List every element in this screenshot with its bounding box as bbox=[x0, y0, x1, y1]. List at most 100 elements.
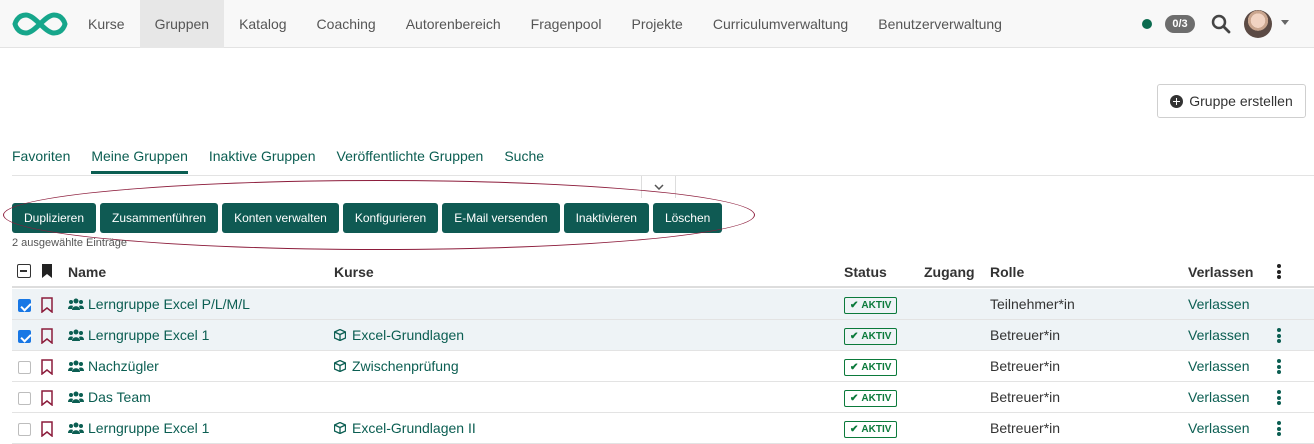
check-icon: ✔ bbox=[850, 362, 859, 373]
selected-entries-count: 2 ausgewählte Einträge bbox=[12, 237, 127, 249]
nav-item-katalog[interactable]: Katalog bbox=[224, 0, 301, 48]
tab-favoriten[interactable]: Favoriten bbox=[12, 140, 70, 174]
group-name-link[interactable]: Lerngruppe Excel 1 bbox=[68, 327, 209, 343]
column-header-zugang[interactable]: Zugang bbox=[924, 264, 975, 280]
users-icon bbox=[68, 391, 84, 403]
users-icon bbox=[68, 360, 84, 372]
users-icon bbox=[68, 329, 84, 341]
status-badge: ✔ AKTIV bbox=[844, 297, 898, 314]
leave-link[interactable]: Verlassen bbox=[1188, 296, 1249, 312]
create-group-label: Gruppe erstellen bbox=[1189, 93, 1293, 109]
nav-item-coaching[interactable]: Coaching bbox=[302, 0, 391, 48]
role-text: Betreuer*in bbox=[990, 327, 1061, 343]
group-name-link[interactable]: Lerngruppe Excel P/L/M/L bbox=[68, 296, 250, 312]
row-menu-icon[interactable] bbox=[1277, 390, 1281, 405]
table-options-toggle[interactable] bbox=[641, 176, 676, 198]
row-checkbox[interactable] bbox=[18, 423, 31, 436]
table-header: Name Kurse Status Zugang Rolle Verlassen bbox=[12, 258, 1314, 288]
role-text: Betreuer*in bbox=[990, 389, 1061, 405]
user-avatar[interactable] bbox=[1244, 10, 1272, 38]
bookmark-icon[interactable] bbox=[41, 390, 53, 406]
main-menu: Kurse Gruppen Katalog Coaching Autorenbe… bbox=[73, 0, 1017, 48]
role-text: Teilnehmer*in bbox=[990, 296, 1075, 312]
bookmark-filled-icon[interactable] bbox=[41, 263, 53, 279]
row-menu-icon[interactable] bbox=[1277, 328, 1281, 343]
course-link[interactable]: Zwischenprüfung bbox=[334, 358, 459, 374]
nav-item-curriculumverwaltung[interactable]: Curriculumverwaltung bbox=[698, 0, 863, 48]
leave-link[interactable]: Verlassen bbox=[1188, 327, 1249, 343]
top-navigation: Kurse Gruppen Katalog Coaching Autorenbe… bbox=[0, 0, 1314, 48]
status-badge: ✔ AKTIV bbox=[844, 359, 898, 376]
tab-suche[interactable]: Suche bbox=[504, 140, 544, 174]
leave-link[interactable]: Verlassen bbox=[1188, 358, 1249, 374]
bookmark-icon[interactable] bbox=[41, 359, 53, 375]
bookmark-icon[interactable] bbox=[41, 421, 53, 437]
column-header-rolle[interactable]: Rolle bbox=[990, 264, 1024, 280]
bookmark-icon[interactable] bbox=[41, 328, 53, 344]
bookmark-icon[interactable] bbox=[41, 297, 53, 313]
status-badge: ✔ AKTIV bbox=[844, 328, 898, 345]
cube-icon bbox=[334, 422, 346, 434]
send-email-button[interactable]: E-Mail versenden bbox=[442, 203, 560, 233]
row-checkbox[interactable] bbox=[18, 361, 31, 374]
duplicate-button[interactable]: Duplizieren bbox=[12, 203, 97, 233]
leave-link[interactable]: Verlassen bbox=[1188, 389, 1249, 405]
openolat-logo-icon[interactable] bbox=[12, 10, 68, 38]
bulk-action-bar: Duplizieren Zusammenführen Konten verwal… bbox=[12, 203, 723, 233]
nav-item-fragenpool[interactable]: Fragenpool bbox=[516, 0, 617, 48]
row-menu-icon[interactable] bbox=[1277, 359, 1281, 374]
group-name-link[interactable]: Nachzügler bbox=[68, 358, 159, 374]
leave-link[interactable]: Verlassen bbox=[1188, 420, 1249, 436]
cube-icon bbox=[334, 329, 346, 341]
column-header-name[interactable]: Name bbox=[68, 264, 106, 280]
group-name-link[interactable]: Das Team bbox=[68, 389, 151, 405]
column-header-verlassen[interactable]: Verlassen bbox=[1188, 264, 1253, 280]
cube-icon bbox=[334, 360, 346, 372]
notification-count-badge[interactable]: 0/3 bbox=[1165, 15, 1195, 33]
search-icon[interactable] bbox=[1210, 13, 1232, 35]
row-checkbox[interactable] bbox=[18, 392, 31, 405]
nav-item-benutzerverwaltung[interactable]: Benutzerverwaltung bbox=[863, 0, 1017, 48]
users-icon bbox=[68, 298, 84, 310]
status-badge: ✔ AKTIV bbox=[844, 390, 898, 407]
tab-veroeffentlichte-gruppen[interactable]: Veröffentlichte Gruppen bbox=[337, 140, 484, 174]
chevron-down-icon[interactable] bbox=[1281, 20, 1289, 25]
create-group-button[interactable]: Gruppe erstellen bbox=[1157, 84, 1306, 118]
column-menu-icon[interactable] bbox=[1277, 264, 1281, 279]
check-icon: ✔ bbox=[850, 300, 859, 311]
course-link[interactable]: Excel-Grundlagen II bbox=[334, 420, 476, 436]
table-row: Lerngruppe Excel P/L/M/L ✔ AKTIV Teilnehm… bbox=[12, 289, 1314, 320]
check-icon: ✔ bbox=[850, 331, 859, 342]
plus-circle-icon bbox=[1170, 94, 1184, 108]
delete-button[interactable]: Löschen bbox=[652, 203, 723, 233]
nav-item-projekte[interactable]: Projekte bbox=[616, 0, 697, 48]
status-badge: ✔ AKTIV bbox=[844, 421, 898, 438]
role-text: Betreuer*in bbox=[990, 420, 1061, 436]
users-icon bbox=[68, 422, 84, 434]
configure-button[interactable]: Konfigurieren bbox=[342, 203, 439, 233]
column-header-status[interactable]: Status bbox=[844, 264, 887, 280]
nav-item-autorenbereich[interactable]: Autorenbereich bbox=[391, 0, 516, 48]
table-row: Lerngruppe Excel 1 Excel-Grundlagen ✔ AKT… bbox=[12, 320, 1314, 351]
check-icon: ✔ bbox=[850, 424, 859, 435]
course-link[interactable]: Excel-Grundlagen bbox=[334, 327, 464, 343]
tab-inaktive-gruppen[interactable]: Inaktive Gruppen bbox=[209, 140, 316, 174]
online-status-indicator[interactable] bbox=[1142, 19, 1152, 29]
group-tabs: Favoriten Meine Gruppen Inaktive Gruppen… bbox=[12, 140, 544, 176]
column-header-kurse[interactable]: Kurse bbox=[334, 264, 374, 280]
tab-meine-gruppen[interactable]: Meine Gruppen bbox=[91, 140, 188, 174]
group-name-link[interactable]: Lerngruppe Excel 1 bbox=[68, 420, 209, 436]
table-row: Das Team ✔ AKTIV Betreuer*in Verlassen bbox=[12, 382, 1314, 413]
row-checkbox[interactable] bbox=[18, 330, 31, 343]
check-icon: ✔ bbox=[850, 393, 859, 404]
row-checkbox[interactable] bbox=[18, 299, 31, 312]
nav-item-gruppen[interactable]: Gruppen bbox=[139, 0, 225, 48]
table-row: Nachzügler Zwischenprüfung ✔ AKTIV Betreu… bbox=[12, 351, 1314, 382]
role-text: Betreuer*in bbox=[990, 358, 1061, 374]
merge-button[interactable]: Zusammenführen bbox=[100, 203, 219, 233]
chevron-down-icon bbox=[653, 184, 664, 190]
select-all-checkbox[interactable] bbox=[17, 264, 31, 278]
nav-item-kurse[interactable]: Kurse bbox=[73, 0, 140, 48]
manage-accounts-button[interactable]: Konten verwalten bbox=[222, 203, 339, 233]
deactivate-button[interactable]: Inaktivieren bbox=[563, 203, 649, 233]
